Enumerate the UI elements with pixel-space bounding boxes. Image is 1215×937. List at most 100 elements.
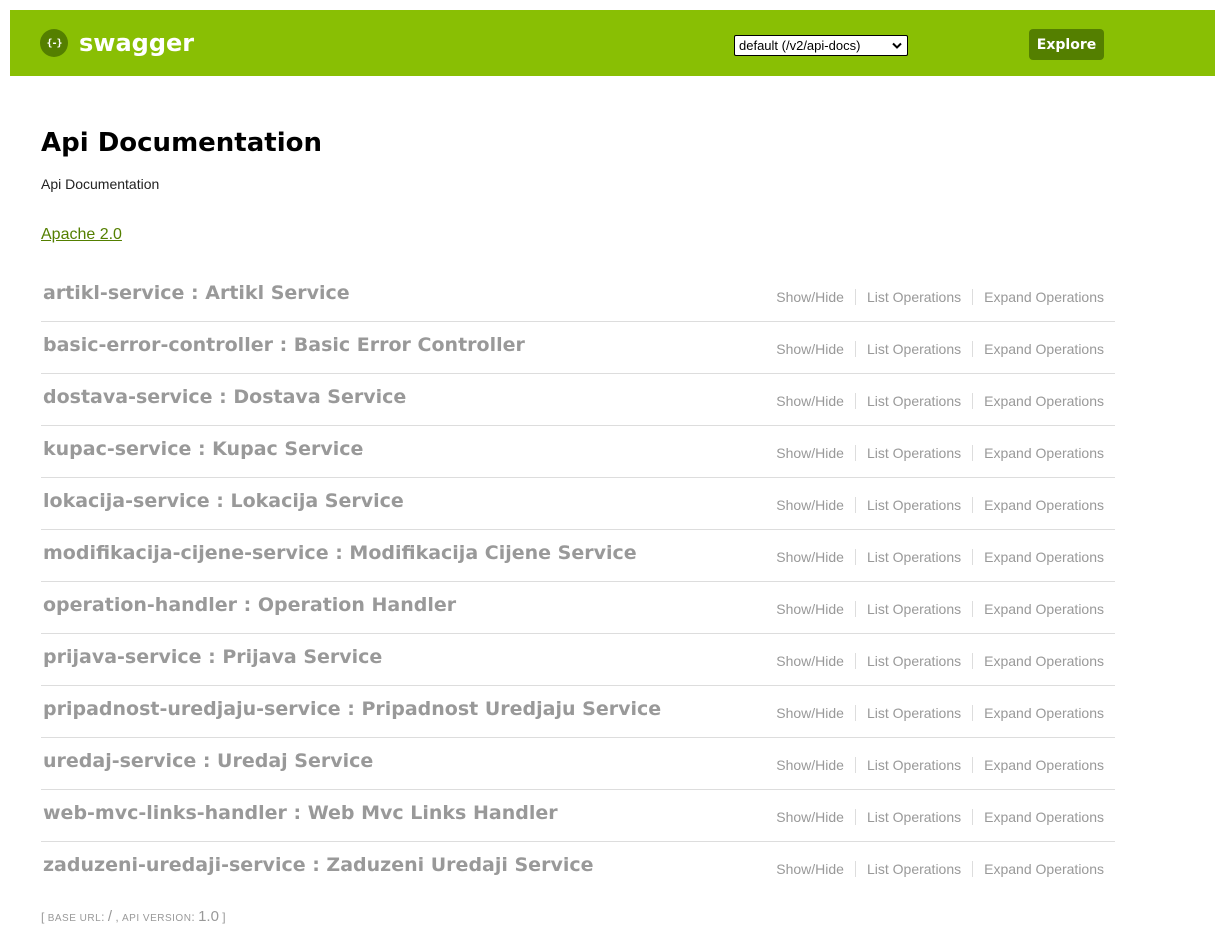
list-operations-link[interactable]: List Operations	[867, 809, 961, 825]
divider	[972, 341, 974, 357]
divider	[972, 653, 974, 669]
resource-row: web-mvc-links-handler : Web Mvc Links Ha…	[41, 790, 1115, 842]
list-operations-link[interactable]: List Operations	[867, 705, 961, 721]
api-version-label: API VERSION	[122, 913, 192, 924]
resource-operations: Show/Hide List Operations Expand Operation…	[776, 809, 1104, 825]
resource-operations: Show/Hide List Operations Expand Operation…	[776, 289, 1104, 305]
resource-name-link[interactable]: basic-error-controller : Basic Error Con…	[43, 334, 525, 356]
resource-name-link[interactable]: artikl-service : Artikl Service	[43, 282, 350, 304]
show-hide-link[interactable]: Show/Hide	[776, 861, 844, 877]
footer-open-bracket: [	[41, 910, 45, 924]
divider	[972, 289, 974, 305]
expand-operations-link[interactable]: Expand Operations	[984, 601, 1104, 617]
show-hide-link[interactable]: Show/Hide	[776, 497, 844, 513]
divider	[854, 653, 856, 669]
show-hide-link[interactable]: Show/Hide	[776, 549, 844, 565]
expand-operations-link[interactable]: Expand Operations	[984, 861, 1104, 877]
resource-name-link[interactable]: uredaj-service : Uredaj Service	[43, 750, 373, 772]
divider	[972, 497, 974, 513]
resource-operations: Show/Hide List Operations Expand Operation…	[776, 393, 1104, 409]
explore-button[interactable]: Explore	[1029, 29, 1104, 60]
expand-operations-link[interactable]: Expand Operations	[984, 705, 1104, 721]
list-operations-link[interactable]: List Operations	[867, 497, 961, 513]
resource-row: zaduzeni-uredaji-service : Zaduzeni Ured…	[41, 842, 1115, 894]
swagger-logo-icon: {-}	[40, 29, 68, 57]
expand-operations-link[interactable]: Expand Operations	[984, 757, 1104, 773]
resource-row: operation-handler : Operation Handler Sho…	[41, 582, 1115, 634]
list-operations-link[interactable]: List Operations	[867, 445, 961, 461]
show-hide-link[interactable]: Show/Hide	[776, 445, 844, 461]
divider	[854, 757, 856, 773]
expand-operations-link[interactable]: Expand Operations	[984, 549, 1104, 565]
divider	[972, 393, 974, 409]
resource-row: basic-error-controller : Basic Error Con…	[41, 322, 1115, 374]
resource-operations: Show/Hide List Operations Expand Operation…	[776, 705, 1104, 721]
base-url-label: BASE URL	[47, 913, 102, 924]
divider	[972, 757, 974, 773]
list-operations-link[interactable]: List Operations	[867, 289, 961, 305]
divider	[972, 861, 974, 877]
list-operations-link[interactable]: List Operations	[867, 757, 961, 773]
resource-operations: Show/Hide List Operations Expand Operation…	[776, 445, 1104, 461]
resource-operations: Show/Hide List Operations Expand Operation…	[776, 549, 1104, 565]
api-spec-select[interactable]: default (/v2/api-docs)	[734, 35, 908, 56]
api-version-value: 1.0	[198, 908, 219, 925]
resource-name-link[interactable]: dostava-service : Dostava Service	[43, 386, 406, 408]
resource-row: pripadnost-uredjaju-service : Pripadnost…	[41, 686, 1115, 738]
list-operations-link[interactable]: List Operations	[867, 549, 961, 565]
divider	[972, 445, 974, 461]
divider	[854, 549, 856, 565]
show-hide-link[interactable]: Show/Hide	[776, 757, 844, 773]
expand-operations-link[interactable]: Expand Operations	[984, 445, 1104, 461]
swagger-header: {-} swagger default (/v2/api-docs) Explo…	[10, 10, 1215, 76]
resource-name-link[interactable]: modifikacija-cijene-service : Modifikaci…	[43, 542, 637, 564]
show-hide-link[interactable]: Show/Hide	[776, 653, 844, 669]
page-title: Api Documentation	[41, 128, 322, 158]
api-description: Api Documentation	[41, 176, 160, 192]
swagger-logo[interactable]: {-} swagger	[40, 29, 194, 57]
divider	[854, 289, 856, 305]
resource-name-link[interactable]: zaduzeni-uredaji-service : Zaduzeni Ured…	[43, 854, 594, 876]
resource-row: uredaj-service : Uredaj Service Show/Hide…	[41, 738, 1115, 790]
resource-name-link[interactable]: kupac-service : Kupac Service	[43, 438, 363, 460]
resource-row: artikl-service : Artikl Service Show/Hide…	[41, 270, 1115, 322]
divider	[854, 445, 856, 461]
resource-row: prijava-service : Prijava Service Show/Hi…	[41, 634, 1115, 686]
license-link[interactable]: Apache 2.0	[41, 226, 122, 244]
list-operations-link[interactable]: List Operations	[867, 341, 961, 357]
show-hide-link[interactable]: Show/Hide	[776, 601, 844, 617]
show-hide-link[interactable]: Show/Hide	[776, 809, 844, 825]
resource-row: dostava-service : Dostava Service Show/Hi…	[41, 374, 1115, 426]
list-operations-link[interactable]: List Operations	[867, 393, 961, 409]
list-operations-link[interactable]: List Operations	[867, 653, 961, 669]
expand-operations-link[interactable]: Expand Operations	[984, 497, 1104, 513]
divider	[854, 393, 856, 409]
resource-name-link[interactable]: prijava-service : Prijava Service	[43, 646, 382, 668]
divider	[972, 601, 974, 617]
expand-operations-link[interactable]: Expand Operations	[984, 289, 1104, 305]
resource-name-link[interactable]: lokacija-service : Lokacija Service	[43, 490, 404, 512]
footer-close-bracket: ]	[222, 910, 226, 924]
resource-operations: Show/Hide List Operations Expand Operation…	[776, 601, 1104, 617]
list-operations-link[interactable]: List Operations	[867, 861, 961, 877]
list-operations-link[interactable]: List Operations	[867, 601, 961, 617]
expand-operations-link[interactable]: Expand Operations	[984, 809, 1104, 825]
expand-operations-link[interactable]: Expand Operations	[984, 393, 1104, 409]
divider	[854, 861, 856, 877]
show-hide-link[interactable]: Show/Hide	[776, 393, 844, 409]
resource-name-link[interactable]: operation-handler : Operation Handler	[43, 594, 456, 616]
api-spec-select-value: default (/v2/api-docs)	[739, 38, 861, 53]
resource-operations: Show/Hide List Operations Expand Operation…	[776, 341, 1104, 357]
expand-operations-link[interactable]: Expand Operations	[984, 341, 1104, 357]
divider	[972, 705, 974, 721]
show-hide-link[interactable]: Show/Hide	[776, 341, 844, 357]
resource-row: modifikacija-cijene-service : Modifikaci…	[41, 530, 1115, 582]
show-hide-link[interactable]: Show/Hide	[776, 289, 844, 305]
show-hide-link[interactable]: Show/Hide	[776, 705, 844, 721]
resource-name-link[interactable]: pripadnost-uredjaju-service : Pripadnost…	[43, 698, 661, 720]
footer-info: [ BASE URL: / , API VERSION: 1.0 ]	[41, 908, 226, 925]
swagger-logo-text: swagger	[79, 29, 195, 57]
resource-name-link[interactable]: web-mvc-links-handler : Web Mvc Links Ha…	[43, 802, 558, 824]
resource-list: artikl-service : Artikl Service Show/Hide…	[41, 270, 1115, 894]
expand-operations-link[interactable]: Expand Operations	[984, 653, 1104, 669]
